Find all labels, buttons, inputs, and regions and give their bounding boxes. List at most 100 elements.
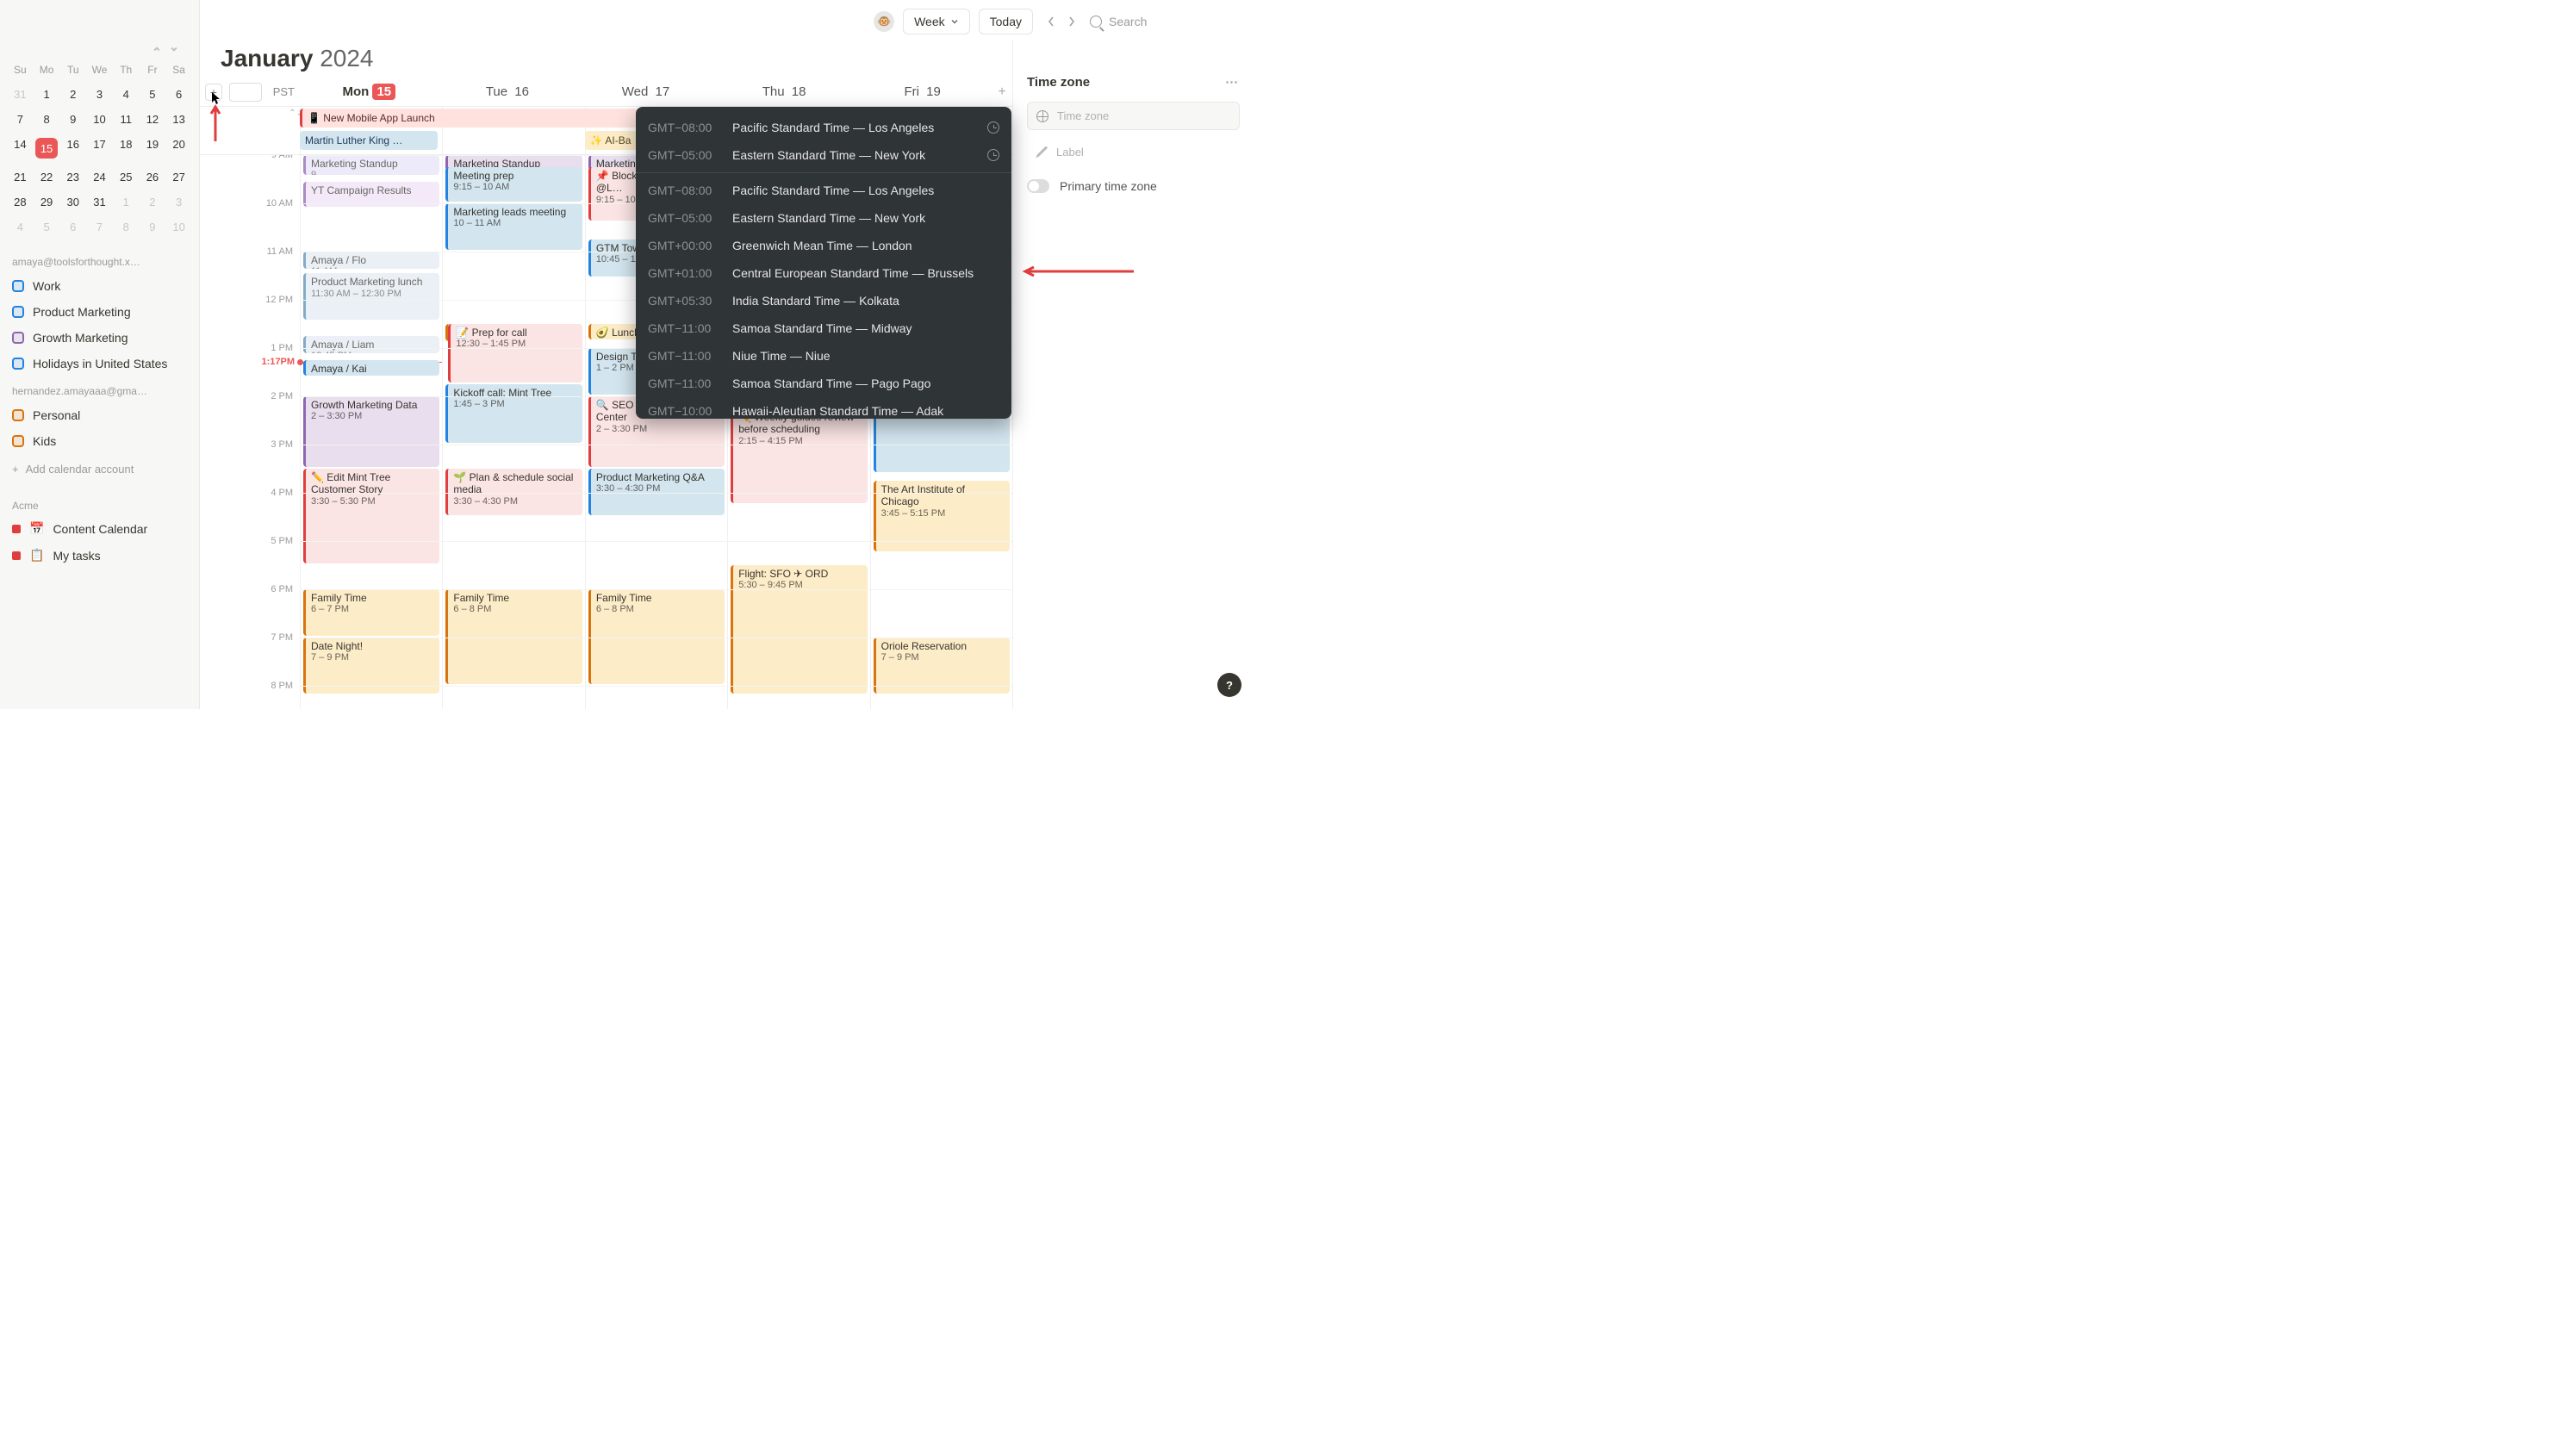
timezone-input[interactable]: Time zone xyxy=(1027,102,1240,130)
mini-day[interactable]: 19 xyxy=(140,138,166,159)
tz-option[interactable]: GMT−05:00Eastern Standard Time — New Yor… xyxy=(636,141,1011,169)
calendar-event[interactable]: Family Time6 – 8 PM xyxy=(588,589,725,684)
add-calendar-account[interactable]: + Add calendar account xyxy=(0,454,199,484)
mini-day[interactable]: 15 xyxy=(35,138,58,159)
sidebar-calendar-item[interactable]: Growth Marketing xyxy=(0,325,199,351)
label-input[interactable]: Label xyxy=(1027,139,1240,165)
timezone-mini-input[interactable] xyxy=(229,83,262,102)
mini-day[interactable]: 4 xyxy=(7,221,34,233)
sidebar-calendar-item[interactable]: Work xyxy=(0,273,199,299)
mini-day[interactable]: 3 xyxy=(165,196,192,208)
mini-day[interactable]: 18 xyxy=(113,138,140,159)
day-header[interactable]: Thu 18 xyxy=(715,84,854,99)
calendar-event[interactable]: Kickoff call: Mint Tree1:45 – 3 PM xyxy=(445,384,582,443)
view-picker[interactable]: Week xyxy=(903,9,970,34)
mini-day[interactable]: 1 xyxy=(113,196,140,208)
calendar-event[interactable]: Marketing leads meeting10 – 11 AM xyxy=(445,203,582,250)
mini-day[interactable]: 31 xyxy=(7,88,34,101)
search-input[interactable]: Search xyxy=(1090,15,1236,28)
mini-day[interactable]: 12 xyxy=(140,113,166,126)
calendar-event[interactable]: Family Time6 – 8 PM xyxy=(445,589,582,684)
day-header[interactable]: Fri 19 xyxy=(853,84,992,99)
calendar-event[interactable]: Family Time6 – 7 PM xyxy=(303,589,439,636)
tz-option[interactable]: GMT−11:00Niue Time — Niue xyxy=(636,342,1011,370)
mini-day[interactable]: 5 xyxy=(140,88,166,101)
tz-option[interactable]: GMT−11:00Samoa Standard Time — Pago Pago xyxy=(636,370,1011,397)
day-header[interactable]: Wed 17 xyxy=(576,84,715,99)
mini-day[interactable]: 29 xyxy=(34,196,60,208)
sidebar-calendar-item[interactable]: Kids xyxy=(0,428,199,454)
tz-option[interactable]: GMT−10:00Hawaii-Aleutian Standard Time —… xyxy=(636,397,1011,419)
calendar-event[interactable]: ✏️ Edit Mint Tree Customer Story3:30 – 5… xyxy=(303,469,439,563)
mini-day[interactable]: 27 xyxy=(165,171,192,184)
mini-day[interactable]: 14 xyxy=(7,138,34,159)
mini-day[interactable]: 10 xyxy=(86,113,113,126)
today-button[interactable]: Today xyxy=(979,9,1033,34)
mini-day[interactable]: 4 xyxy=(113,88,140,101)
tz-option[interactable]: GMT−05:00Eastern Standard Time — New Yor… xyxy=(636,204,1011,232)
mini-day[interactable]: 1 xyxy=(34,88,60,101)
mini-day[interactable]: 16 xyxy=(59,138,86,159)
sidebar-db-item[interactable]: 📅Content Calendar xyxy=(0,515,199,542)
mini-next-icon[interactable] xyxy=(168,43,180,55)
mini-day[interactable]: 2 xyxy=(59,88,86,101)
mini-day[interactable]: 21 xyxy=(7,171,34,184)
mini-day[interactable]: 3 xyxy=(86,88,113,101)
mini-day[interactable]: 9 xyxy=(140,221,166,233)
mini-day[interactable]: 9 xyxy=(59,113,86,126)
mini-day[interactable]: 25 xyxy=(113,171,140,184)
add-tz-right-button[interactable]: + xyxy=(992,84,1012,100)
calendar-event[interactable]: ✏️ Weekly guides review before schedulin… xyxy=(731,408,867,503)
tz-option[interactable]: GMT−08:00Pacific Standard Time — Los Ang… xyxy=(636,114,1011,141)
primary-tz-toggle[interactable] xyxy=(1027,179,1049,193)
tz-option[interactable]: GMT+05:30India Standard Time — Kolkata xyxy=(636,287,1011,314)
calendar-event[interactable]: Amaya / Kai1:15 PM xyxy=(303,360,439,376)
mini-day[interactable]: 24 xyxy=(86,171,113,184)
mini-prev-icon[interactable] xyxy=(151,43,163,55)
mini-day[interactable]: 23 xyxy=(59,171,86,184)
day-header[interactable]: Mon 15 xyxy=(300,84,439,99)
next-week-button[interactable] xyxy=(1062,9,1081,34)
calendar-event[interactable]: Flight: SFO ✈ ORD5:30 – 9:45 PM xyxy=(731,565,867,694)
avatar[interactable]: 🐵 xyxy=(874,11,894,32)
mini-day[interactable]: 17 xyxy=(86,138,113,159)
tz-option[interactable]: GMT−11:00Samoa Standard Time — Midway xyxy=(636,314,1011,342)
sidebar-calendar-item[interactable]: Product Marketing xyxy=(0,299,199,325)
tz-option[interactable]: GMT+00:00Greenwich Mean Time — London xyxy=(636,232,1011,259)
calendar-event[interactable]: Growth Marketing Data2 – 3:30 PM xyxy=(303,396,439,467)
mini-day[interactable]: 8 xyxy=(34,113,60,126)
mini-day[interactable]: 13 xyxy=(165,113,192,126)
mini-day[interactable]: 5 xyxy=(34,221,60,233)
day-header[interactable]: Tue 16 xyxy=(439,84,577,99)
allday-event[interactable]: Martin Luther King … xyxy=(300,131,438,150)
mini-day[interactable]: 6 xyxy=(165,88,192,101)
help-button[interactable]: ? xyxy=(1217,673,1241,697)
mini-day[interactable]: 30 xyxy=(59,196,86,208)
calendar-event[interactable]: 🌱 Plan & schedule social media3:30 – 4:3… xyxy=(445,469,582,515)
mini-day[interactable]: 6 xyxy=(59,221,86,233)
more-icon[interactable]: ⋯ xyxy=(1225,74,1240,90)
mini-day[interactable]: 20 xyxy=(165,138,192,159)
mini-day[interactable]: 7 xyxy=(86,221,113,233)
mini-day[interactable]: 2 xyxy=(140,196,166,208)
calendar-event[interactable]: Product Marketing lunch11:30 AM – 12:30 … xyxy=(303,273,439,320)
calendar-event[interactable]: Product Marketing Q&A3:30 – 4:30 PM xyxy=(588,469,725,515)
calendar-event[interactable]: Meeting prep9:15 – 10 AM xyxy=(445,167,582,202)
mini-day[interactable]: 8 xyxy=(113,221,140,233)
tz-option[interactable]: GMT+01:00Central European Standard Time … xyxy=(636,259,1011,287)
mini-day[interactable]: 31 xyxy=(86,196,113,208)
mini-day[interactable]: 22 xyxy=(34,171,60,184)
calendar-event[interactable]: Amaya / Liam12:45 PM xyxy=(303,336,439,353)
calendar-event[interactable]: Marketing Standup9… xyxy=(303,155,439,175)
calendar-event[interactable]: Amaya / Flo11 AM xyxy=(303,252,439,269)
mini-day[interactable]: 26 xyxy=(140,171,166,184)
mini-day[interactable]: 28 xyxy=(7,196,34,208)
mini-day[interactable]: 10 xyxy=(165,221,192,233)
mini-day[interactable]: 7 xyxy=(7,113,34,126)
sidebar-calendar-item[interactable]: Holidays in United States xyxy=(0,351,199,376)
mini-day[interactable]: 11 xyxy=(113,113,140,126)
sidebar-db-item[interactable]: 📋My tasks xyxy=(0,542,199,569)
sidebar-calendar-item[interactable]: Personal xyxy=(0,402,199,428)
prev-week-button[interactable] xyxy=(1042,9,1061,34)
tz-option[interactable]: GMT−08:00Pacific Standard Time — Los Ang… xyxy=(636,177,1011,204)
